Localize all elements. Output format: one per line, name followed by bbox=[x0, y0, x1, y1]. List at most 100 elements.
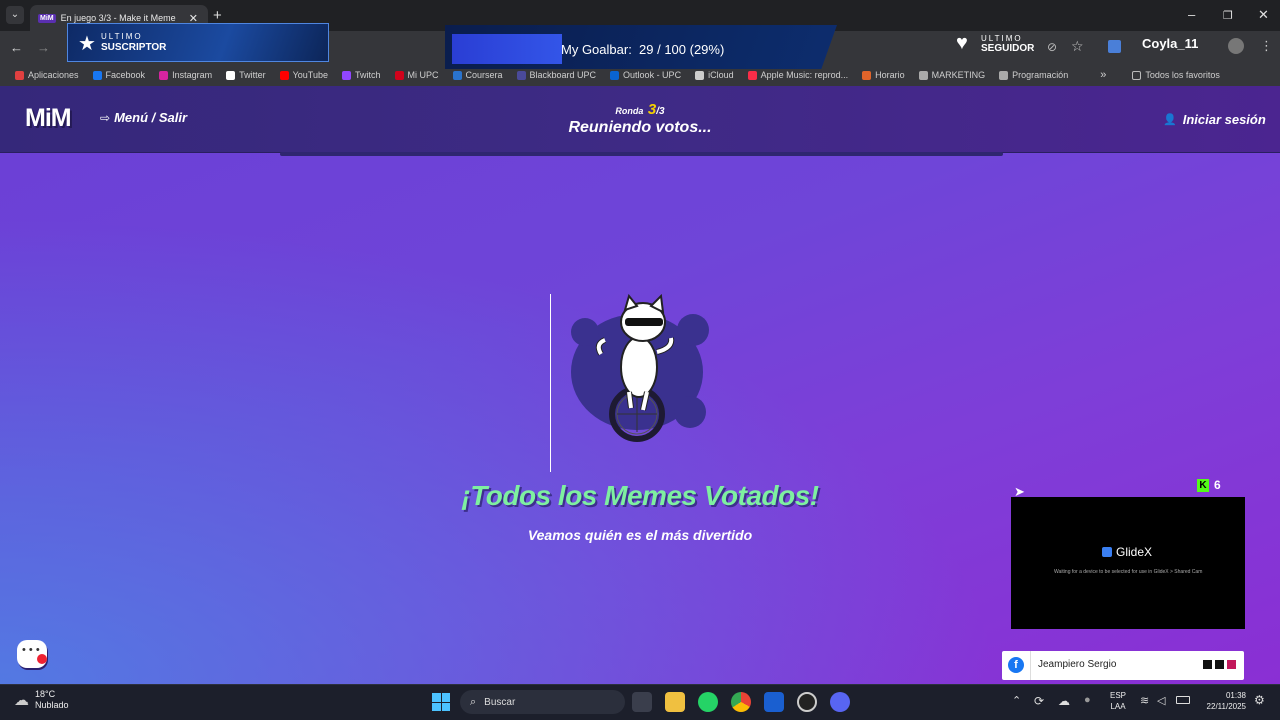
windows-start-icon[interactable] bbox=[432, 693, 450, 711]
unicycle-cat-illustration bbox=[571, 293, 709, 442]
bookmark-item[interactable]: Aplicaciones bbox=[8, 64, 86, 86]
task-view-icon[interactable] bbox=[632, 692, 652, 712]
clock-date: 22/11/2025 bbox=[1206, 702, 1246, 711]
facebook-name: Jeampiero Sergio bbox=[1038, 659, 1117, 670]
close-window-icon[interactable]: ✕ bbox=[1258, 7, 1269, 23]
bookmark-label: Facebook bbox=[105, 70, 146, 80]
kick-counter: 6 bbox=[1214, 478, 1221, 492]
bookmark-item[interactable]: Mi UPC bbox=[388, 64, 446, 86]
cloud-icon: ☁ bbox=[14, 692, 29, 709]
round-total: /3 bbox=[656, 106, 665, 117]
round-current: 3 bbox=[647, 101, 657, 118]
follower-label-top: ULTIMO bbox=[981, 34, 1023, 43]
bookmark-item[interactable]: YouTube bbox=[273, 64, 335, 86]
clock[interactable]: 01:38 22/11/2025 bbox=[1198, 690, 1246, 712]
hide-icon[interactable]: ⊘ bbox=[1047, 40, 1057, 54]
bookmark-icon bbox=[999, 70, 1009, 80]
chrome-icon[interactable] bbox=[731, 692, 751, 712]
bookmark-label: Blackboard UPC bbox=[529, 70, 597, 80]
back-icon[interactable]: ← bbox=[10, 40, 23, 55]
onedrive-icon[interactable]: ☁ bbox=[1058, 694, 1070, 708]
subline: Veamos quién es el más divertido bbox=[527, 527, 753, 543]
bookmark-icon bbox=[159, 70, 169, 80]
bookmark-label: Apple Music: reprod... bbox=[760, 70, 849, 80]
bookmark-item[interactable]: Programación bbox=[992, 64, 1075, 86]
headline: ¡Todos los Memes Votados! bbox=[461, 480, 819, 511]
browser-menu-icon[interactable]: ⋮ bbox=[1260, 38, 1273, 54]
bookmark-label: MARKETING bbox=[931, 70, 986, 80]
round-status: Reuniendo votos... bbox=[568, 119, 712, 136]
tray-overflow-icon[interactable]: ⌃ bbox=[1012, 694, 1021, 707]
all-favorites-folder[interactable]: Todos los favoritos bbox=[1125, 64, 1227, 86]
color-squares bbox=[1203, 660, 1236, 669]
star-icon: ★ bbox=[78, 33, 96, 55]
folder-icon bbox=[1132, 70, 1142, 80]
translate-icon[interactable] bbox=[1108, 40, 1121, 53]
taskbar-search[interactable]: ⌕ Buscar bbox=[460, 690, 625, 714]
facebook-icon: f bbox=[1008, 657, 1024, 673]
tab-title: En juego 3/3 - Make it Meme bbox=[60, 13, 176, 23]
whatsapp-icon[interactable] bbox=[698, 692, 718, 712]
bookmark-item[interactable]: Facebook bbox=[86, 64, 153, 86]
bookmark-icon bbox=[279, 70, 289, 80]
bookmark-star-icon[interactable]: ☆ bbox=[1071, 38, 1084, 55]
facebook-name-bar: f Jeampiero Sergio bbox=[1002, 651, 1244, 680]
bookmark-item[interactable]: Twitter bbox=[219, 64, 273, 86]
new-tab-button[interactable]: + bbox=[213, 7, 222, 24]
minimize-icon[interactable]: – bbox=[1188, 7, 1195, 22]
bookmark-label: Mi UPC bbox=[407, 70, 439, 80]
login-button[interactable]: 👤 Iniciar sesión bbox=[1163, 112, 1266, 127]
all-favorites-label: Todos los favoritos bbox=[1145, 70, 1220, 80]
notifications-icon[interactable]: ⚙ bbox=[1254, 693, 1265, 707]
profile-icon[interactable] bbox=[1228, 38, 1244, 54]
battery-icon[interactable] bbox=[1176, 696, 1190, 704]
header-divider bbox=[280, 152, 1003, 156]
weather-desc: Nublado bbox=[35, 700, 69, 710]
maximize-icon[interactable]: ❐ bbox=[1223, 9, 1233, 22]
lang-top: ESP bbox=[1110, 691, 1127, 700]
mic-icon[interactable]: ● bbox=[1084, 694, 1091, 706]
bookmark-label: Coursera bbox=[465, 70, 503, 80]
glidex-message: Waiting for a device to be selected for … bbox=[1054, 569, 1203, 575]
bookmark-item[interactable]: Instagram bbox=[152, 64, 219, 86]
bookmark-item[interactable]: Twitch bbox=[335, 64, 388, 86]
volume-icon[interactable]: ◁ bbox=[1157, 694, 1165, 707]
kick-icon: K bbox=[1197, 478, 1209, 492]
wifi-icon[interactable]: ≋ bbox=[1140, 694, 1149, 707]
tab-favicon: MiM bbox=[38, 13, 56, 23]
bookmark-label: Twitch bbox=[354, 70, 381, 80]
bookmark-icon bbox=[92, 70, 102, 80]
bookmark-icon bbox=[341, 70, 351, 80]
chat-bubble-icon: • • • bbox=[22, 644, 40, 656]
bookmark-icon bbox=[610, 70, 620, 80]
language-indicator[interactable]: ESP LAA bbox=[1110, 690, 1126, 712]
glidex-title: GlideX bbox=[1116, 545, 1153, 559]
lang-bottom: LAA bbox=[1110, 702, 1126, 711]
discord-icon[interactable] bbox=[830, 692, 850, 712]
menu-exit-label: Menú / Salir bbox=[114, 110, 188, 125]
forward-icon[interactable]: → bbox=[37, 40, 50, 55]
bookmarks-overflow-button[interactable]: » bbox=[1093, 64, 1113, 86]
bookmark-item[interactable]: MARKETING bbox=[912, 64, 993, 86]
menu-exit-button[interactable]: ⇨ Menú / Salir bbox=[100, 110, 187, 125]
weather-temp: 18°C bbox=[35, 689, 56, 699]
bookmark-label: Outlook - UPC bbox=[623, 70, 682, 80]
glidex-title-row: GlideX bbox=[1102, 545, 1152, 559]
chat-bubble-button[interactable]: • • • bbox=[17, 640, 47, 668]
bookmark-icon bbox=[516, 70, 526, 80]
round-indicator: Ronda 3/3 bbox=[600, 101, 680, 119]
game-logo[interactable]: MiM bbox=[25, 104, 72, 133]
subscriber-label-top: ULTIMO bbox=[101, 32, 143, 41]
bookmark-item[interactable]: Horario bbox=[855, 64, 912, 86]
bookmark-icon bbox=[747, 70, 757, 80]
weather-widget[interactable]: ☁ 18°C Nublado bbox=[14, 689, 69, 711]
glidex-app-icon[interactable] bbox=[764, 692, 784, 712]
user-icon: 👤 bbox=[1163, 114, 1177, 126]
tab-list-button[interactable]: ⌄ bbox=[6, 6, 24, 24]
file-explorer-icon[interactable] bbox=[665, 692, 685, 712]
search-placeholder: Buscar bbox=[484, 696, 516, 708]
obs-icon[interactable] bbox=[797, 692, 817, 712]
clock-time: 01:38 bbox=[1225, 691, 1246, 700]
sync-icon[interactable]: ⟳ bbox=[1034, 694, 1044, 708]
bookmark-icon bbox=[695, 70, 705, 80]
